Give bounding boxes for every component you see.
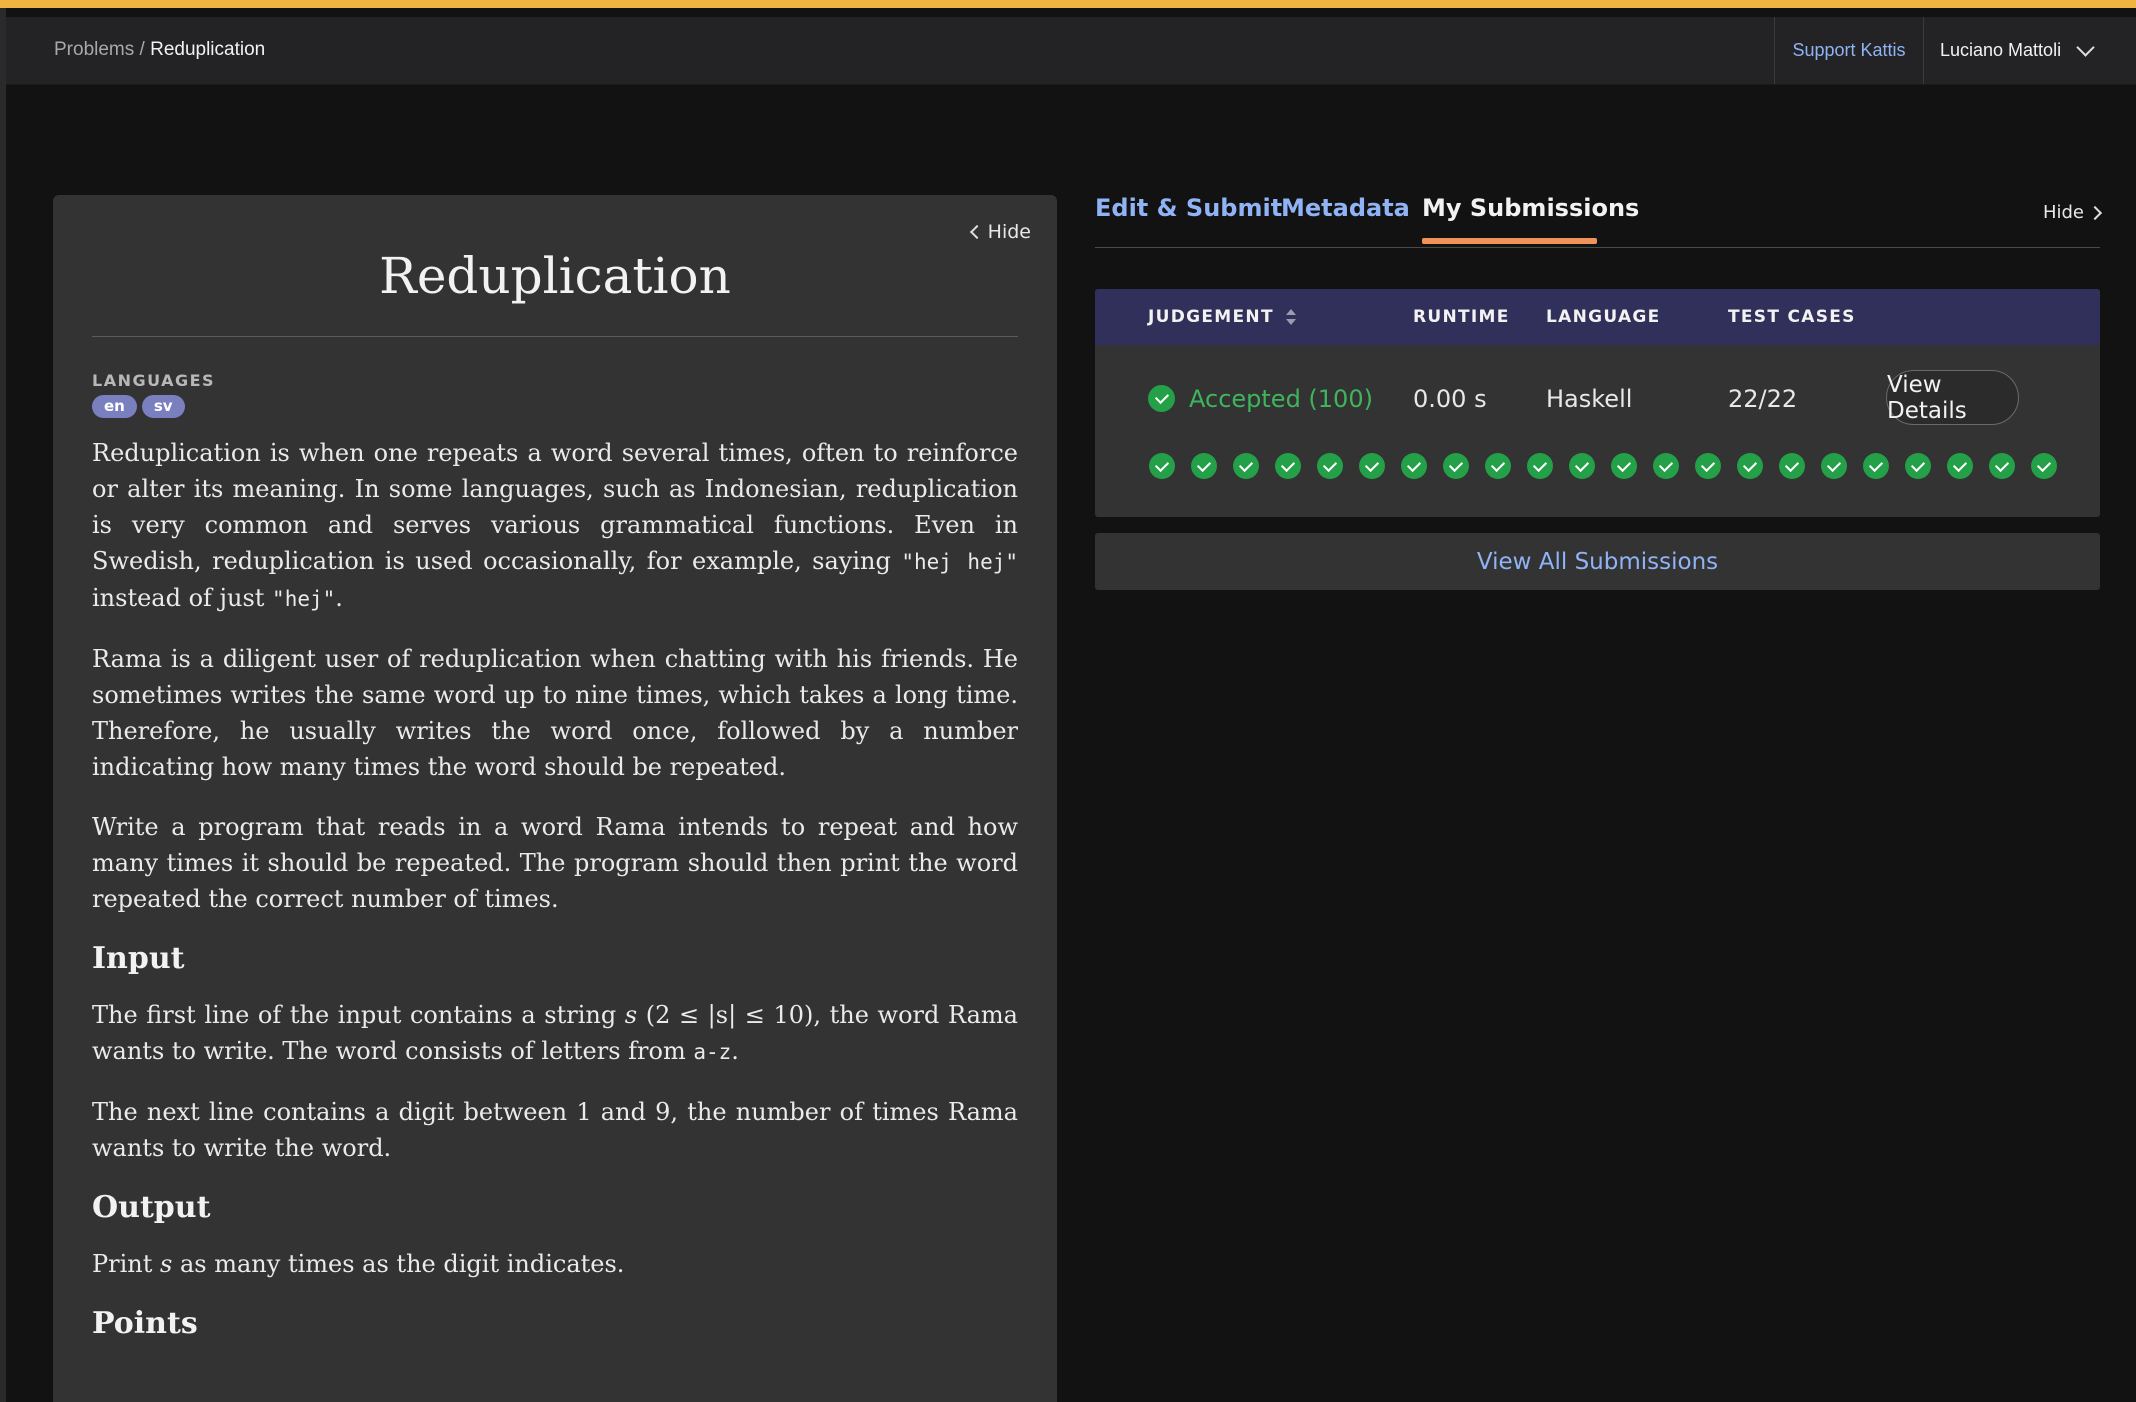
problem-statement-card: Hide Reduplication LANGUAGES en sv Redup… — [53, 195, 1057, 1402]
test-case-passed-icon[interactable] — [1191, 453, 1217, 479]
paragraph-intro: Reduplication is when one repeats a word… — [92, 439, 1018, 612]
test-case-passed-icon[interactable] — [1653, 453, 1679, 479]
test-case-passed-icon[interactable] — [1275, 453, 1301, 479]
problem-title: Reduplication — [379, 247, 731, 305]
hide-statement-label: Hide — [987, 221, 1031, 243]
runtime-value: 0.00 s — [1413, 385, 1487, 413]
header-language: LANGUAGE — [1546, 307, 1661, 327]
test-case-passed-icon[interactable] — [1989, 453, 2015, 479]
test-case-passed-icon[interactable] — [1737, 453, 1763, 479]
chevron-right-icon — [2087, 205, 2103, 220]
test-case-passed-icon[interactable] — [1947, 453, 1973, 479]
header-runtime: RUNTIME — [1413, 307, 1510, 327]
header-test-cases: TEST CASES — [1728, 307, 1856, 327]
tab-edit-submit[interactable]: Edit & Submit — [1095, 194, 1282, 222]
left-edge-strip — [0, 8, 6, 1402]
test-case-passed-icon[interactable] — [1317, 453, 1343, 479]
test-case-passed-icon[interactable] — [1527, 453, 1553, 479]
breadcrumb-current: Reduplication — [150, 39, 266, 60]
test-case-passed-icon[interactable] — [1905, 453, 1931, 479]
test-case-passed-icon[interactable] — [1443, 453, 1469, 479]
sort-icon — [1286, 309, 1297, 325]
test-case-passed-icon[interactable] — [1485, 453, 1511, 479]
language-chip-sv[interactable]: sv — [141, 395, 185, 418]
table-header: JUDGEMENT RUNTIME LANGUAGE TEST CASES — [1095, 289, 2100, 345]
view-details-button[interactable]: View Details — [1886, 370, 2019, 425]
judgement-value: Accepted (100) — [1189, 385, 1373, 413]
output-heading: Output — [92, 1190, 211, 1225]
top-navigation: Problems / Reduplication Support Kattis … — [6, 17, 2136, 85]
breadcrumb-problems-link[interactable]: Problems — [54, 39, 134, 60]
support-kattis-label: Support Kattis — [1792, 40, 1906, 60]
user-name: Luciano Mattoli — [1940, 40, 2062, 60]
test-case-passed-icon[interactable] — [1779, 453, 1805, 479]
paragraph-rama: Rama is a diligent user of reduplication… — [92, 645, 1018, 781]
view-all-submissions-button[interactable]: View All Submissions — [1095, 533, 2100, 590]
points-heading: Points — [92, 1306, 198, 1341]
test-case-results — [1149, 453, 2057, 479]
breadcrumb-separator: / — [139, 39, 145, 60]
top-accent-bar — [0, 0, 2136, 8]
problem-body: Reduplication is when one repeats a word… — [92, 435, 1018, 1362]
hide-panel-button[interactable]: Hide — [2042, 202, 2103, 223]
chevron-down-icon — [2076, 37, 2095, 57]
language-value: Haskell — [1546, 385, 1633, 413]
tab-my-submissions[interactable]: My Submissions — [1422, 194, 1639, 222]
test-case-passed-icon[interactable] — [1611, 453, 1637, 479]
hide-statement-button[interactable]: Hide — [969, 221, 1031, 243]
user-menu[interactable]: Luciano Mattoli — [1940, 17, 2095, 84]
test-case-passed-icon[interactable] — [1149, 453, 1175, 479]
chevron-left-icon — [969, 224, 984, 240]
language-chips: en sv — [92, 395, 185, 418]
input-heading: Input — [92, 941, 185, 976]
submission-tabs: Edit & Submit Metadata My Submissions Hi… — [1095, 190, 2103, 248]
test-case-passed-icon[interactable] — [1401, 453, 1427, 479]
languages-label: LANGUAGES — [92, 371, 216, 390]
input-paragraph-1: The first line of the input contains a s… — [92, 1001, 1018, 1065]
title-divider — [92, 336, 1018, 337]
test-cases-value: 22/22 — [1728, 385, 1798, 413]
test-case-passed-icon[interactable] — [1359, 453, 1385, 479]
input-paragraph-2: The next line contains a digit between 1… — [92, 1098, 1018, 1162]
support-kattis-link[interactable]: Support Kattis — [1774, 17, 1924, 84]
hide-panel-label: Hide — [2042, 202, 2084, 223]
test-case-passed-icon[interactable] — [1821, 453, 1847, 479]
language-chip-en[interactable]: en — [92, 395, 137, 418]
test-case-passed-icon[interactable] — [2031, 453, 2057, 479]
output-paragraph: Print s as many times as the digit indic… — [92, 1250, 625, 1278]
accepted-check-icon — [1148, 385, 1175, 412]
header-judgement[interactable]: JUDGEMENT — [1148, 307, 1297, 327]
breadcrumb: Problems / Reduplication — [54, 39, 265, 61]
paragraph-task: Write a program that reads in a word Ram… — [92, 813, 1018, 913]
test-case-passed-icon[interactable] — [1569, 453, 1595, 479]
test-case-passed-icon[interactable] — [1863, 453, 1889, 479]
view-all-submissions-label: View All Submissions — [1476, 548, 1719, 575]
tab-metadata[interactable]: Metadata — [1281, 194, 1410, 222]
test-case-passed-icon[interactable] — [1233, 453, 1259, 479]
active-tab-indicator — [1422, 238, 1597, 244]
test-case-passed-icon[interactable] — [1695, 453, 1721, 479]
